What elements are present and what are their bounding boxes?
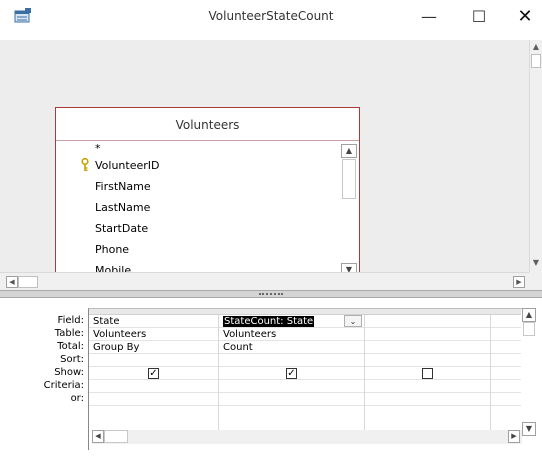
field-list: * VolunteerID FirstName LastName StartDa…: [61, 142, 341, 281]
total-cell[interactable]: [365, 341, 490, 354]
maximize-button[interactable]: ☐: [462, 4, 496, 30]
row-label-criteria: Criteria:: [43, 380, 84, 391]
field-item-all[interactable]: *: [61, 142, 341, 155]
show-checkbox[interactable]: ✓: [286, 367, 297, 379]
field-item-phone[interactable]: Phone: [61, 239, 341, 260]
row-label-table: Table:: [54, 328, 84, 339]
query-design-grid[interactable]: State Volunteers Group By ✓ StateCount: …: [88, 308, 522, 450]
field-cell[interactable]: StateCount: State ⌄: [219, 315, 364, 328]
or-cell[interactable]: [89, 393, 218, 406]
or-cell[interactable]: [219, 393, 364, 406]
scroll-left-arrow-icon[interactable]: ◀: [92, 430, 104, 443]
close-button[interactable]: ✕: [508, 4, 542, 30]
field-item-lastname[interactable]: LastName: [61, 197, 341, 218]
primary-key-icon: [80, 157, 90, 172]
or-cell[interactable]: [365, 393, 490, 406]
table-pane[interactable]: Volunteers * VolunteerID FirstName LastN…: [0, 40, 529, 283]
scroll-up-arrow-icon[interactable]: ▲: [530, 40, 542, 54]
grid-column-2[interactable]: StateCount: State ⌄ Volunteers Count ✓: [219, 315, 365, 431]
table-field-list[interactable]: Volunteers * VolunteerID FirstName LastN…: [55, 107, 360, 283]
table-pane-vertical-scrollbar[interactable]: ▲ ▼: [529, 40, 542, 272]
sort-cell[interactable]: [89, 354, 218, 367]
row-label-field: Field:: [57, 315, 84, 326]
criteria-cell[interactable]: [491, 380, 521, 393]
grid-column-1[interactable]: State Volunteers Group By ✓: [89, 315, 219, 431]
selected-field-text[interactable]: StateCount: State: [223, 316, 315, 327]
show-cell[interactable]: ✓: [89, 367, 218, 380]
total-cell[interactable]: Count: [219, 341, 364, 354]
grid-column-4[interactable]: [491, 315, 521, 431]
scroll-thumb[interactable]: [531, 54, 541, 68]
criteria-cell[interactable]: [89, 380, 218, 393]
pane-splitter[interactable]: [0, 290, 542, 298]
field-cell[interactable]: [491, 315, 521, 328]
field-list-scrollbar[interactable]: ▲ ▼: [341, 144, 357, 279]
total-cell[interactable]: [491, 341, 521, 354]
total-cell[interactable]: Group By: [89, 341, 218, 354]
field-item-firstname[interactable]: FirstName: [61, 176, 341, 197]
field-item-startdate[interactable]: StartDate: [61, 218, 341, 239]
scroll-thumb[interactable]: [18, 276, 38, 288]
sort-cell[interactable]: [365, 354, 490, 367]
row-label-sort: Sort:: [60, 354, 84, 365]
scroll-right-arrow-icon[interactable]: ▶: [508, 430, 520, 443]
table-divider: [56, 140, 359, 141]
field-label: VolunteerID: [95, 159, 160, 172]
scroll-down-arrow-icon[interactable]: ▼: [530, 256, 542, 270]
scroll-up-arrow-icon[interactable]: ▲: [341, 144, 357, 158]
show-cell[interactable]: [491, 367, 521, 380]
splitter-grip-icon[interactable]: [259, 293, 283, 295]
design-grid-horizontal-scrollbar[interactable]: ◀ ▶: [92, 430, 522, 444]
table-title[interactable]: Volunteers: [56, 118, 359, 132]
row-label-total: Total:: [57, 341, 84, 352]
scroll-corner: [529, 272, 542, 290]
design-grid-pane: Field: Table: Total: Sort: Show: Criteri…: [0, 298, 542, 464]
show-checkbox[interactable]: [422, 367, 433, 379]
scroll-thumb[interactable]: [104, 430, 128, 443]
table-pane-horizontal-scrollbar[interactable]: ◀ ▶: [0, 272, 529, 290]
scroll-thumb[interactable]: [342, 159, 356, 199]
show-cell[interactable]: [365, 367, 490, 380]
show-cell[interactable]: ✓: [219, 367, 364, 380]
design-grid-vertical-scrollbar[interactable]: ▲ ▼: [522, 308, 538, 436]
field-cell[interactable]: [365, 315, 490, 328]
row-label-show: Show:: [54, 367, 84, 378]
grid-row-labels: Field: Table: Total: Sort: Show: Criteri…: [0, 314, 84, 405]
table-cell[interactable]: [491, 328, 521, 341]
table-cell[interactable]: Volunteers: [89, 328, 218, 341]
scroll-right-arrow-icon[interactable]: ▶: [513, 276, 525, 288]
grid-column-3[interactable]: [365, 315, 491, 431]
scroll-up-arrow-icon[interactable]: ▲: [522, 308, 536, 322]
sort-cell[interactable]: [219, 354, 364, 367]
table-cell[interactable]: [365, 328, 490, 341]
scroll-thumb[interactable]: [523, 322, 535, 336]
scroll-left-arrow-icon[interactable]: ◀: [6, 276, 18, 288]
title-bar: VolunteerStateCount — ☐ ✕: [0, 0, 542, 40]
criteria-cell[interactable]: [365, 380, 490, 393]
show-checkbox[interactable]: ✓: [148, 367, 159, 379]
row-label-or: or:: [70, 393, 84, 404]
or-cell[interactable]: [491, 393, 521, 406]
scroll-down-arrow-icon[interactable]: ▼: [522, 422, 536, 436]
minimize-button[interactable]: —: [412, 4, 446, 30]
field-item-volunteerid[interactable]: VolunteerID: [61, 155, 341, 176]
criteria-cell[interactable]: [219, 380, 364, 393]
field-cell[interactable]: State: [89, 315, 218, 328]
sort-cell[interactable]: [491, 354, 521, 367]
chevron-down-icon[interactable]: ⌄: [344, 315, 362, 327]
table-cell[interactable]: Volunteers: [219, 328, 364, 341]
window-title: VolunteerStateCount: [208, 9, 334, 23]
